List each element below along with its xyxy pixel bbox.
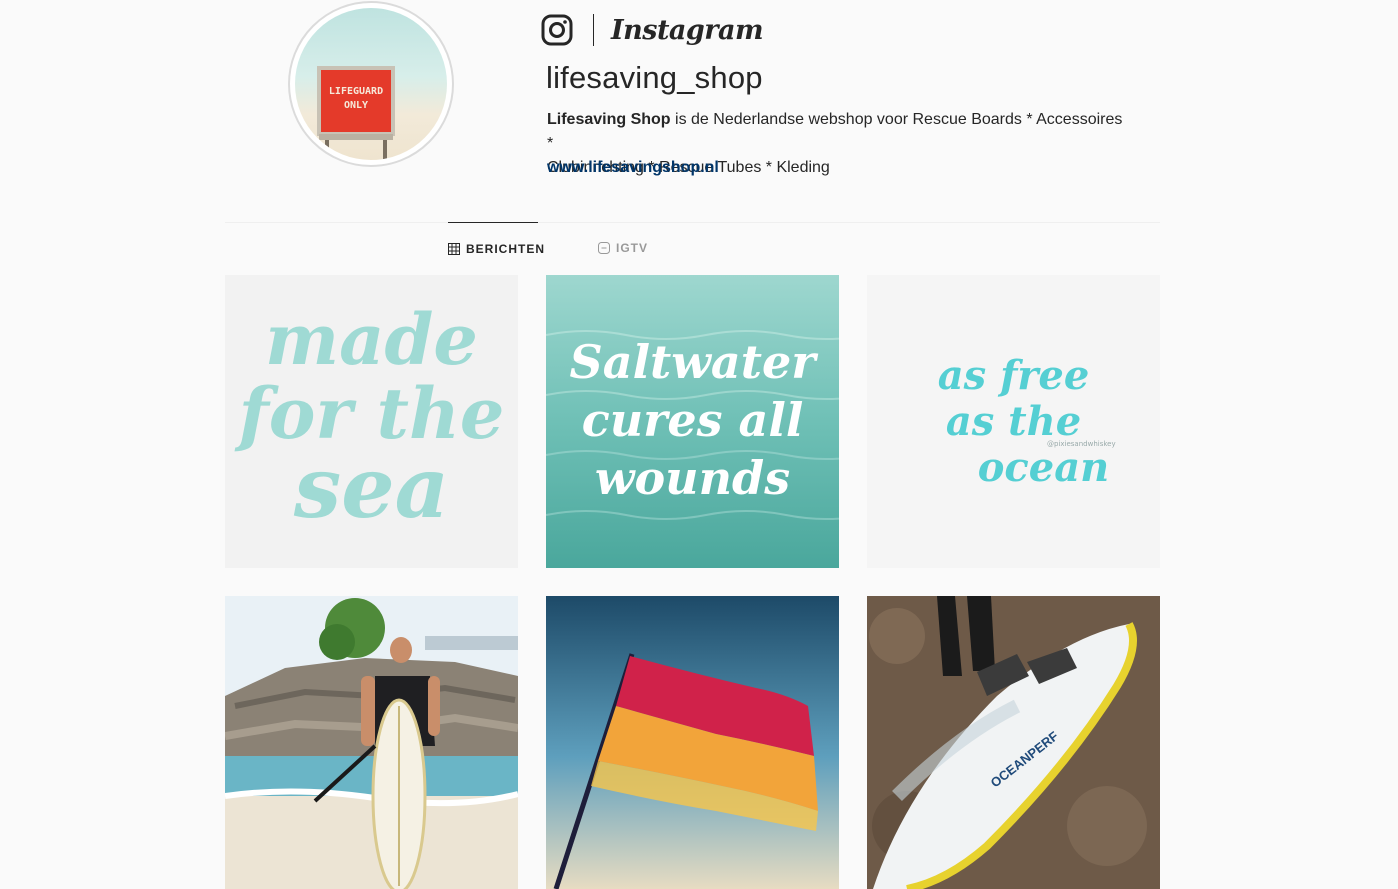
post-3-line-1: as free <box>937 352 1090 399</box>
paddleboarder-image <box>225 596 518 889</box>
website-link[interactable]: www.lifesavingshop.nl <box>547 156 719 180</box>
instagram-wordmark: Instagram <box>611 14 764 46</box>
profile-avatar[interactable]: LIFEGUARD ONLY <box>288 1 454 167</box>
tab-berichten-label: BERICHTEN <box>466 241 546 256</box>
instagram-glyph-icon <box>541 14 573 46</box>
post-2-line-2: cures all <box>581 393 804 447</box>
flag-image <box>546 596 839 889</box>
post-tile-5[interactable] <box>546 596 839 889</box>
grid-icon <box>448 242 460 255</box>
tab-igtv-label: IGTV <box>616 241 649 255</box>
avatar-image: LIFEGUARD ONLY <box>295 8 447 160</box>
logo-divider <box>593 14 594 46</box>
post-tile-4[interactable] <box>225 596 518 889</box>
profile-username: lifesaving_shop <box>546 60 763 95</box>
post-tile-1[interactable]: made for the sea <box>225 275 518 568</box>
post-2-line-3: wounds <box>594 451 791 505</box>
post-1-line-3: sea <box>293 438 450 537</box>
post-3-line-3: ocean <box>977 444 1110 491</box>
post-2-quote: Saltwater cures all wounds <box>546 333 839 507</box>
post-2-line-1: Saltwater <box>569 335 816 389</box>
igtv-icon <box>598 242 610 254</box>
instagram-logo[interactable]: Instagram <box>541 12 764 48</box>
avatar-sign-line1: LIFEGUARD <box>329 86 383 97</box>
post-1-quote: made for the sea <box>225 298 518 537</box>
post-3-caption: @pixiesandwhiskey <box>1047 440 1116 448</box>
post-3-line-2: as the <box>945 398 1082 445</box>
post-1-line-1: made <box>265 298 478 381</box>
bio-name: Lifesaving Shop <box>547 111 671 128</box>
tab-berichten[interactable]: BERICHTEN <box>448 222 544 274</box>
post-3-quote: as free as the ocean <box>867 353 1160 491</box>
post-tile-3[interactable]: as free as the ocean @pixiesandwhiskey <box>867 275 1160 568</box>
post-tile-6[interactable]: OCEANPERF <box>867 596 1160 889</box>
avatar-sign-line2: ONLY <box>344 100 368 111</box>
post-tile-2[interactable]: Saltwater cures all wounds <box>546 275 839 568</box>
surfboard-image: OCEANPERF <box>867 596 1160 889</box>
tabs-divider <box>225 222 1160 223</box>
tab-igtv[interactable]: IGTV <box>598 222 658 274</box>
